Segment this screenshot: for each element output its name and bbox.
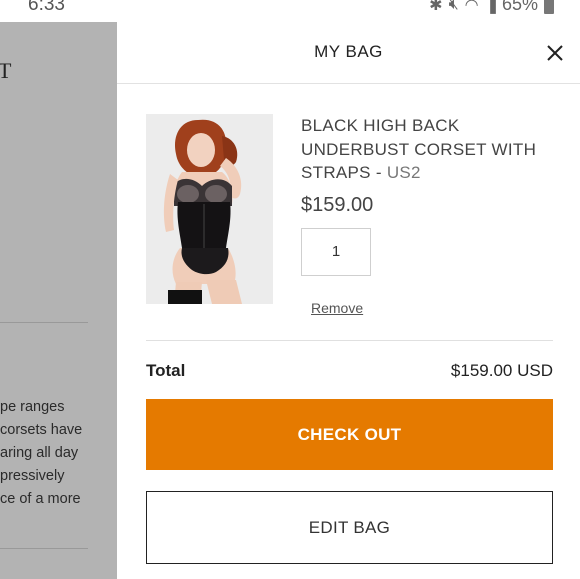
status-bar: 6:33 ✱ 🔇︎ ◠ ▐ 65% bbox=[0, 0, 580, 22]
product-price: $159.00 bbox=[301, 194, 374, 216]
product-name[interactable]: BLACK HIGH BACK UNDERBUST CORSET WITH ST… bbox=[301, 114, 563, 185]
background-page-overlay[interactable]: T pe ranges corsets have aring all day p… bbox=[0, 22, 117, 579]
quantity-input[interactable]: 1 bbox=[301, 228, 371, 276]
close-button[interactable] bbox=[544, 42, 566, 64]
cart-divider bbox=[146, 340, 553, 341]
drawer-header: MY BAG bbox=[117, 22, 580, 84]
background-text-line: corsets have bbox=[0, 422, 83, 438]
bluetooth-icon: ✱ bbox=[429, 0, 443, 14]
battery-percent: 65% bbox=[501, 0, 538, 14]
mute-icon: 🔇︎ bbox=[448, 0, 459, 13]
product-image[interactable] bbox=[146, 114, 273, 304]
close-icon bbox=[547, 45, 563, 61]
product-photo bbox=[146, 114, 273, 304]
product-variant: US2 bbox=[386, 163, 421, 182]
variant-separator: - bbox=[370, 163, 387, 182]
background-title-fragment: T bbox=[0, 58, 12, 83]
background-text-line: aring all day bbox=[0, 445, 79, 461]
background-divider bbox=[0, 322, 88, 323]
drawer-title: MY BAG bbox=[314, 42, 383, 61]
remove-link[interactable]: Remove bbox=[311, 300, 363, 316]
edit-bag-button[interactable]: EDIT BAG bbox=[146, 491, 553, 564]
background-text: pe ranges corsets have aring all day pre… bbox=[0, 396, 117, 511]
background-text-line: pe ranges bbox=[0, 399, 65, 415]
cart-drawer: MY BAG BLACK HIGH BACK UNDERBUST CORSET … bbox=[117, 22, 580, 579]
background-divider bbox=[0, 548, 88, 549]
total-value: $159.00 USD bbox=[450, 361, 553, 380]
wifi-icon: ◠ bbox=[464, 0, 479, 14]
signal-icon: ▐ bbox=[484, 0, 496, 13]
background-text-line: ce of a more bbox=[0, 491, 81, 507]
background-text-line: pressively bbox=[0, 468, 65, 484]
total-label: Total bbox=[146, 361, 186, 380]
battery-icon bbox=[544, 0, 554, 14]
status-time: 6:33 bbox=[28, 0, 65, 15]
status-icons: ✱ 🔇︎ ◠ ▐ 65% bbox=[429, 0, 554, 15]
checkout-button[interactable]: CHECK OUT bbox=[146, 399, 553, 470]
